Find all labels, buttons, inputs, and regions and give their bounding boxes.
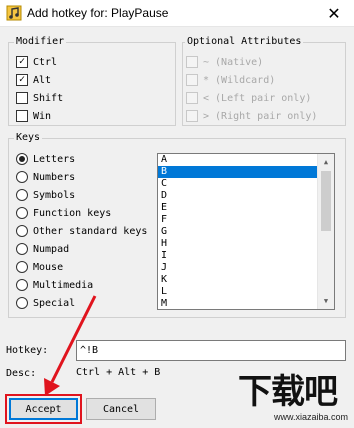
window-title: Add hotkey for: PlayPause: [27, 6, 169, 20]
key-type-function-keys-radio[interactable]: Function keys: [16, 206, 111, 220]
modifier-alt-checkbox[interactable]: ✓ Alt: [16, 73, 51, 87]
watermark: 下载吧 www.xiazaiba.com: [238, 372, 354, 428]
key-list-item[interactable]: B: [158, 166, 317, 178]
optional-label: < (Left pair only): [203, 92, 312, 104]
key-type-label: Numbers: [33, 171, 76, 183]
key-list-item[interactable]: J: [158, 262, 317, 274]
desc-value: Ctrl + Alt + B: [76, 367, 161, 378]
key-type-label: Numpad: [33, 243, 70, 255]
optional-label: ~ (Native): [203, 56, 264, 68]
optional-label: * (Wildcard): [203, 74, 276, 86]
key-list-item[interactable]: F: [158, 214, 317, 226]
key-type-other-standard-keys-radio[interactable]: Other standard keys: [16, 224, 147, 238]
annotation-highlight-box: [5, 394, 82, 424]
radio-icon[interactable]: [16, 207, 28, 219]
watermark-logo: 下载吧: [238, 372, 338, 412]
vertical-scrollbar[interactable]: ▲ ▼: [317, 154, 334, 309]
checkbox-box[interactable]: [186, 110, 198, 122]
close-button[interactable]: ✕: [314, 0, 354, 27]
key-type-multimedia-radio[interactable]: Multimedia: [16, 278, 93, 292]
key-type-label: Letters: [33, 153, 76, 165]
hotkey-input[interactable]: ^!B: [76, 340, 346, 361]
desc-label: Desc:: [6, 368, 37, 379]
key-list-item[interactable]: L: [158, 286, 317, 298]
radio-selected-icon[interactable]: [16, 153, 28, 165]
keys-group-label: Keys: [14, 132, 43, 144]
key-type-special-radio[interactable]: Special: [16, 296, 75, 310]
modifier-label: Shift: [33, 92, 64, 104]
key-list-item[interactable]: E: [158, 202, 317, 214]
radio-icon[interactable]: [16, 189, 28, 201]
hotkey-label: Hotkey:: [6, 345, 49, 356]
modifier-label: Ctrl: [33, 56, 58, 68]
checkmark-icon[interactable]: ✓: [16, 56, 28, 68]
radio-icon[interactable]: [16, 243, 28, 255]
key-type-symbols-radio[interactable]: Symbols: [16, 188, 75, 202]
key-type-mouse-radio[interactable]: Mouse: [16, 260, 63, 274]
checkbox-box[interactable]: [186, 92, 198, 104]
key-type-numpad-radio[interactable]: Numpad: [16, 242, 69, 256]
key-list-item[interactable]: A: [158, 154, 317, 166]
checkbox-box[interactable]: [186, 56, 198, 68]
key-list-item[interactable]: I: [158, 250, 317, 262]
modifier-group-label: Modifier: [14, 36, 67, 48]
key-type-label: Mouse: [33, 261, 64, 273]
scroll-down-icon[interactable]: ▼: [318, 293, 334, 309]
key-list-item[interactable]: C: [158, 178, 317, 190]
modifier-label: Win: [33, 110, 52, 122]
modifier-ctrl-checkbox[interactable]: ✓ Ctrl: [16, 55, 57, 69]
key-type-letters-radio[interactable]: Letters: [16, 152, 75, 166]
key-type-label: Function keys: [33, 207, 112, 219]
key-list-item[interactable]: K: [158, 274, 317, 286]
checkbox-box[interactable]: [16, 110, 28, 122]
modifier-shift-checkbox[interactable]: Shift: [16, 91, 63, 105]
scroll-up-icon[interactable]: ▲: [318, 154, 334, 170]
key-list-item[interactable]: D: [158, 190, 317, 202]
key-type-label: Special: [33, 297, 76, 309]
radio-icon[interactable]: [16, 279, 28, 291]
modifier-label: Alt: [33, 74, 52, 86]
checkbox-box[interactable]: [186, 74, 198, 86]
key-listbox[interactable]: ABCDEFGHIJKLM ▲ ▼: [157, 153, 335, 310]
optional-native-checkbox[interactable]: ~ (Native): [186, 55, 263, 69]
key-type-label: Other standard keys: [33, 225, 148, 237]
cancel-button[interactable]: Cancel: [86, 398, 156, 420]
optional-wildcard-checkbox[interactable]: * (Wildcard): [186, 73, 275, 87]
key-list-item[interactable]: M: [158, 298, 317, 309]
key-type-label: Symbols: [33, 189, 76, 201]
close-icon: ✕: [327, 5, 341, 23]
optional-label: > (Right pair only): [203, 110, 318, 122]
radio-icon[interactable]: [16, 171, 28, 183]
modifier-win-checkbox[interactable]: Win: [16, 109, 51, 123]
checkmark-icon[interactable]: ✓: [16, 74, 28, 86]
key-type-label: Multimedia: [33, 279, 94, 291]
watermark-url: www.xiazaiba.com: [274, 412, 349, 422]
radio-icon[interactable]: [16, 225, 28, 237]
radio-icon[interactable]: [16, 297, 28, 309]
optional-attributes-label: Optional Attributes: [185, 36, 304, 48]
optional-left-pair-checkbox[interactable]: < (Left pair only): [186, 91, 311, 105]
scroll-thumb[interactable]: [321, 171, 331, 231]
key-type-numbers-radio[interactable]: Numbers: [16, 170, 75, 184]
checkbox-box[interactable]: [16, 92, 28, 104]
optional-right-pair-checkbox[interactable]: > (Right pair only): [186, 109, 317, 123]
key-list-item[interactable]: H: [158, 238, 317, 250]
title-bar: Add hotkey for: PlayPause ✕: [0, 0, 354, 27]
music-note-icon: [6, 5, 22, 21]
key-list-item[interactable]: G: [158, 226, 317, 238]
radio-icon[interactable]: [16, 261, 28, 273]
